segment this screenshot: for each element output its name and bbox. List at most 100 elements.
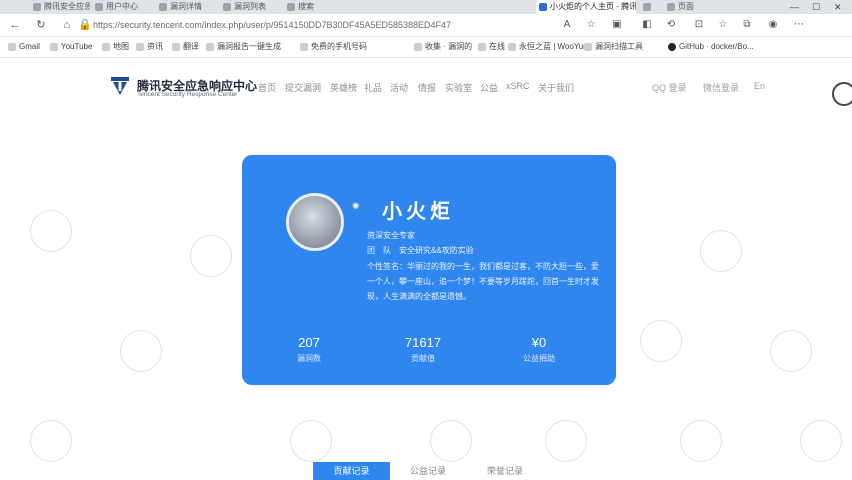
nav-intel[interactable]: 情报 bbox=[418, 81, 436, 94]
bookmark-item[interactable]: 资讯 bbox=[136, 41, 170, 53]
back-icon[interactable]: ← bbox=[8, 18, 22, 32]
bookmark-item[interactable]: 免费的手机号码 bbox=[300, 41, 408, 53]
watermark-logo bbox=[430, 420, 472, 462]
nav-charity[interactable]: 公益 bbox=[480, 81, 498, 94]
browser-tab[interactable]: 漏洞列表 bbox=[220, 0, 282, 14]
watermark-logo bbox=[545, 420, 587, 462]
more-menu-icon[interactable]: ⋯ bbox=[792, 18, 806, 32]
vuln-count-value: 207 bbox=[298, 335, 320, 350]
home-icon[interactable]: ⌂ bbox=[60, 18, 74, 32]
bookmark-favicon-icon bbox=[172, 43, 180, 51]
bookmark-item[interactable]: YouTube bbox=[50, 41, 98, 53]
watermark-logo bbox=[680, 420, 722, 462]
sync-icon[interactable]: ⟲ bbox=[664, 18, 678, 32]
tab-favicon-icon bbox=[159, 3, 167, 11]
extension-icon[interactable]: ▣ bbox=[610, 18, 624, 32]
bookmark-favicon-icon bbox=[508, 43, 516, 51]
watermark-logo bbox=[30, 210, 72, 252]
watermark-logo bbox=[290, 420, 332, 462]
browser-tab[interactable]: 搜索 bbox=[284, 0, 346, 14]
nav-leaderboard[interactable]: 英雄榜 bbox=[330, 81, 357, 94]
browser-tab[interactable]: 腾讯安全应急... bbox=[30, 0, 90, 14]
nav-lab[interactable]: 实验室 bbox=[445, 81, 472, 94]
bookmark-favicon-icon bbox=[414, 43, 422, 51]
bookmark-item[interactable]: 漏洞报告一键生成 bbox=[206, 41, 292, 53]
bookmark-item[interactable]: 漏洞扫描工具 bbox=[584, 41, 662, 53]
tab-honor-records[interactable]: 荣誉记录 bbox=[487, 464, 523, 477]
bookmarks-bar: Gmail YouTube 地图 资讯 翻译 漏洞报告一键生成 免费的手机号码 … bbox=[0, 37, 852, 58]
profile-card: ✺ 小火炬 资深安全专家 团 队 安全研究&&攻防实验 个性签名：华丽过的我的一… bbox=[242, 155, 616, 385]
bookmark-item[interactable]: 收集 · 漏洞的报告 bbox=[414, 41, 472, 53]
tab-favicon-icon bbox=[667, 3, 675, 11]
maximize-icon[interactable]: ☐ bbox=[812, 0, 820, 14]
tab-favicon-icon bbox=[33, 3, 41, 11]
address-bar[interactable]: https://security.tencent.com/index.php/u… bbox=[93, 18, 553, 32]
tab-favicon-icon bbox=[539, 3, 547, 11]
refresh-icon[interactable]: ↻ bbox=[34, 18, 48, 32]
github-icon bbox=[668, 43, 676, 51]
watermark-logo bbox=[800, 420, 842, 462]
bookmark-item[interactable]: GitHub · ​docker/Bo... bbox=[668, 41, 778, 53]
extension-icon[interactable]: ◧ bbox=[640, 18, 654, 32]
nav-submit-vuln[interactable]: 提交漏洞 bbox=[285, 81, 321, 94]
browser-toolbar: ← ↻ ⌂ 🔒 https://security.tencent.com/ind… bbox=[0, 14, 852, 37]
bookmark-item[interactable]: Gmail bbox=[8, 41, 56, 53]
tab-favicon-icon bbox=[223, 3, 231, 11]
bookmark-favicon-icon bbox=[102, 43, 110, 51]
browser-tab-active[interactable]: 小火炬的个人主页 - 腾讯 bbox=[536, 0, 636, 14]
watermark-logo bbox=[640, 320, 682, 362]
collections-icon[interactable]: ⧉ bbox=[740, 18, 754, 32]
profile-icon[interactable]: ◉ bbox=[766, 18, 780, 32]
favorite-star-icon[interactable]: ☆ bbox=[584, 18, 598, 32]
bookmark-item[interactable]: 地图 bbox=[102, 41, 132, 53]
browser-tab[interactable]: 用户中心 bbox=[92, 0, 154, 14]
nav-events[interactable]: 活动 bbox=[390, 81, 408, 94]
browser-tab[interactable]: 页面 bbox=[664, 0, 744, 14]
tab-contribution-records[interactable]: 贡献记录 bbox=[313, 462, 390, 480]
charity-label: 公益捐助 bbox=[523, 354, 555, 363]
favorites-icon[interactable]: ☆ bbox=[716, 18, 730, 32]
user-team: 团 队 安全研究&&攻防实验 bbox=[367, 244, 474, 258]
watermark-logo bbox=[770, 330, 812, 372]
nav-about[interactable]: 关于我们 bbox=[538, 81, 574, 94]
close-window-icon[interactable]: ✕ bbox=[834, 0, 842, 14]
team-name: 安全研究&&攻防实验 bbox=[399, 246, 474, 255]
charity-value: ¥0 bbox=[531, 335, 547, 350]
bookmark-favicon-icon bbox=[478, 43, 486, 51]
qq-login-link[interactable]: QQ 登录 bbox=[652, 81, 687, 94]
tab-charity-records[interactable]: 公益记录 bbox=[410, 464, 446, 477]
language-switch[interactable]: En bbox=[754, 81, 765, 91]
bookmark-item[interactable]: 永恒之蓝 | WooYun... bbox=[508, 41, 588, 53]
tab-favicon-icon bbox=[287, 3, 295, 11]
browser-tab[interactable] bbox=[640, 0, 662, 14]
browser-tab[interactable]: 漏洞详情 bbox=[156, 0, 218, 14]
nav-gifts[interactable]: 礼品 bbox=[364, 81, 382, 94]
tsrc-logo[interactable] bbox=[111, 77, 129, 95]
settings-gear-icon[interactable]: ✺ bbox=[352, 201, 360, 212]
wechat-login-link[interactable]: 微信登录 bbox=[703, 81, 739, 94]
floating-assistant-icon[interactable] bbox=[832, 82, 852, 106]
split-screen-icon[interactable]: ⊡ bbox=[692, 18, 706, 32]
minimize-icon[interactable]: — bbox=[790, 0, 799, 14]
bookmark-item[interactable]: 翻译 bbox=[172, 41, 202, 53]
nav-xsrc[interactable]: xSRC bbox=[506, 81, 530, 91]
lock-icon: 🔒 bbox=[78, 19, 92, 31]
watermark-logo bbox=[700, 230, 742, 272]
user-signature: 个性签名：华丽过的我的一生，我们都是过客，不防大胆一些，爱一个人，攀一座山，追一… bbox=[367, 262, 599, 301]
vuln-count-label: 漏洞数 bbox=[297, 354, 321, 363]
tab-favicon-icon bbox=[643, 3, 651, 11]
nav-home[interactable]: 首页 bbox=[258, 81, 276, 94]
user-name: 小火炬 bbox=[382, 201, 454, 223]
watermark-logo bbox=[190, 235, 232, 277]
watermark-logo bbox=[30, 420, 72, 462]
bookmark-favicon-icon bbox=[206, 43, 214, 51]
watermark-logo bbox=[120, 330, 162, 372]
read-aloud-icon[interactable]: A bbox=[560, 18, 574, 32]
team-label: 团 队 bbox=[367, 246, 391, 255]
bookmark-favicon-icon bbox=[50, 43, 58, 51]
bookmark-item[interactable]: 在线 bbox=[478, 41, 506, 53]
tab-favicon-icon bbox=[95, 3, 103, 11]
browser-tab-strip: 腾讯安全应急... 用户中心 漏洞详情 漏洞列表 搜索 小火炬的个人主页 - 腾… bbox=[0, 0, 852, 14]
contribution-value: 71617 bbox=[404, 335, 442, 350]
user-title: 资深安全专家 bbox=[367, 231, 415, 240]
